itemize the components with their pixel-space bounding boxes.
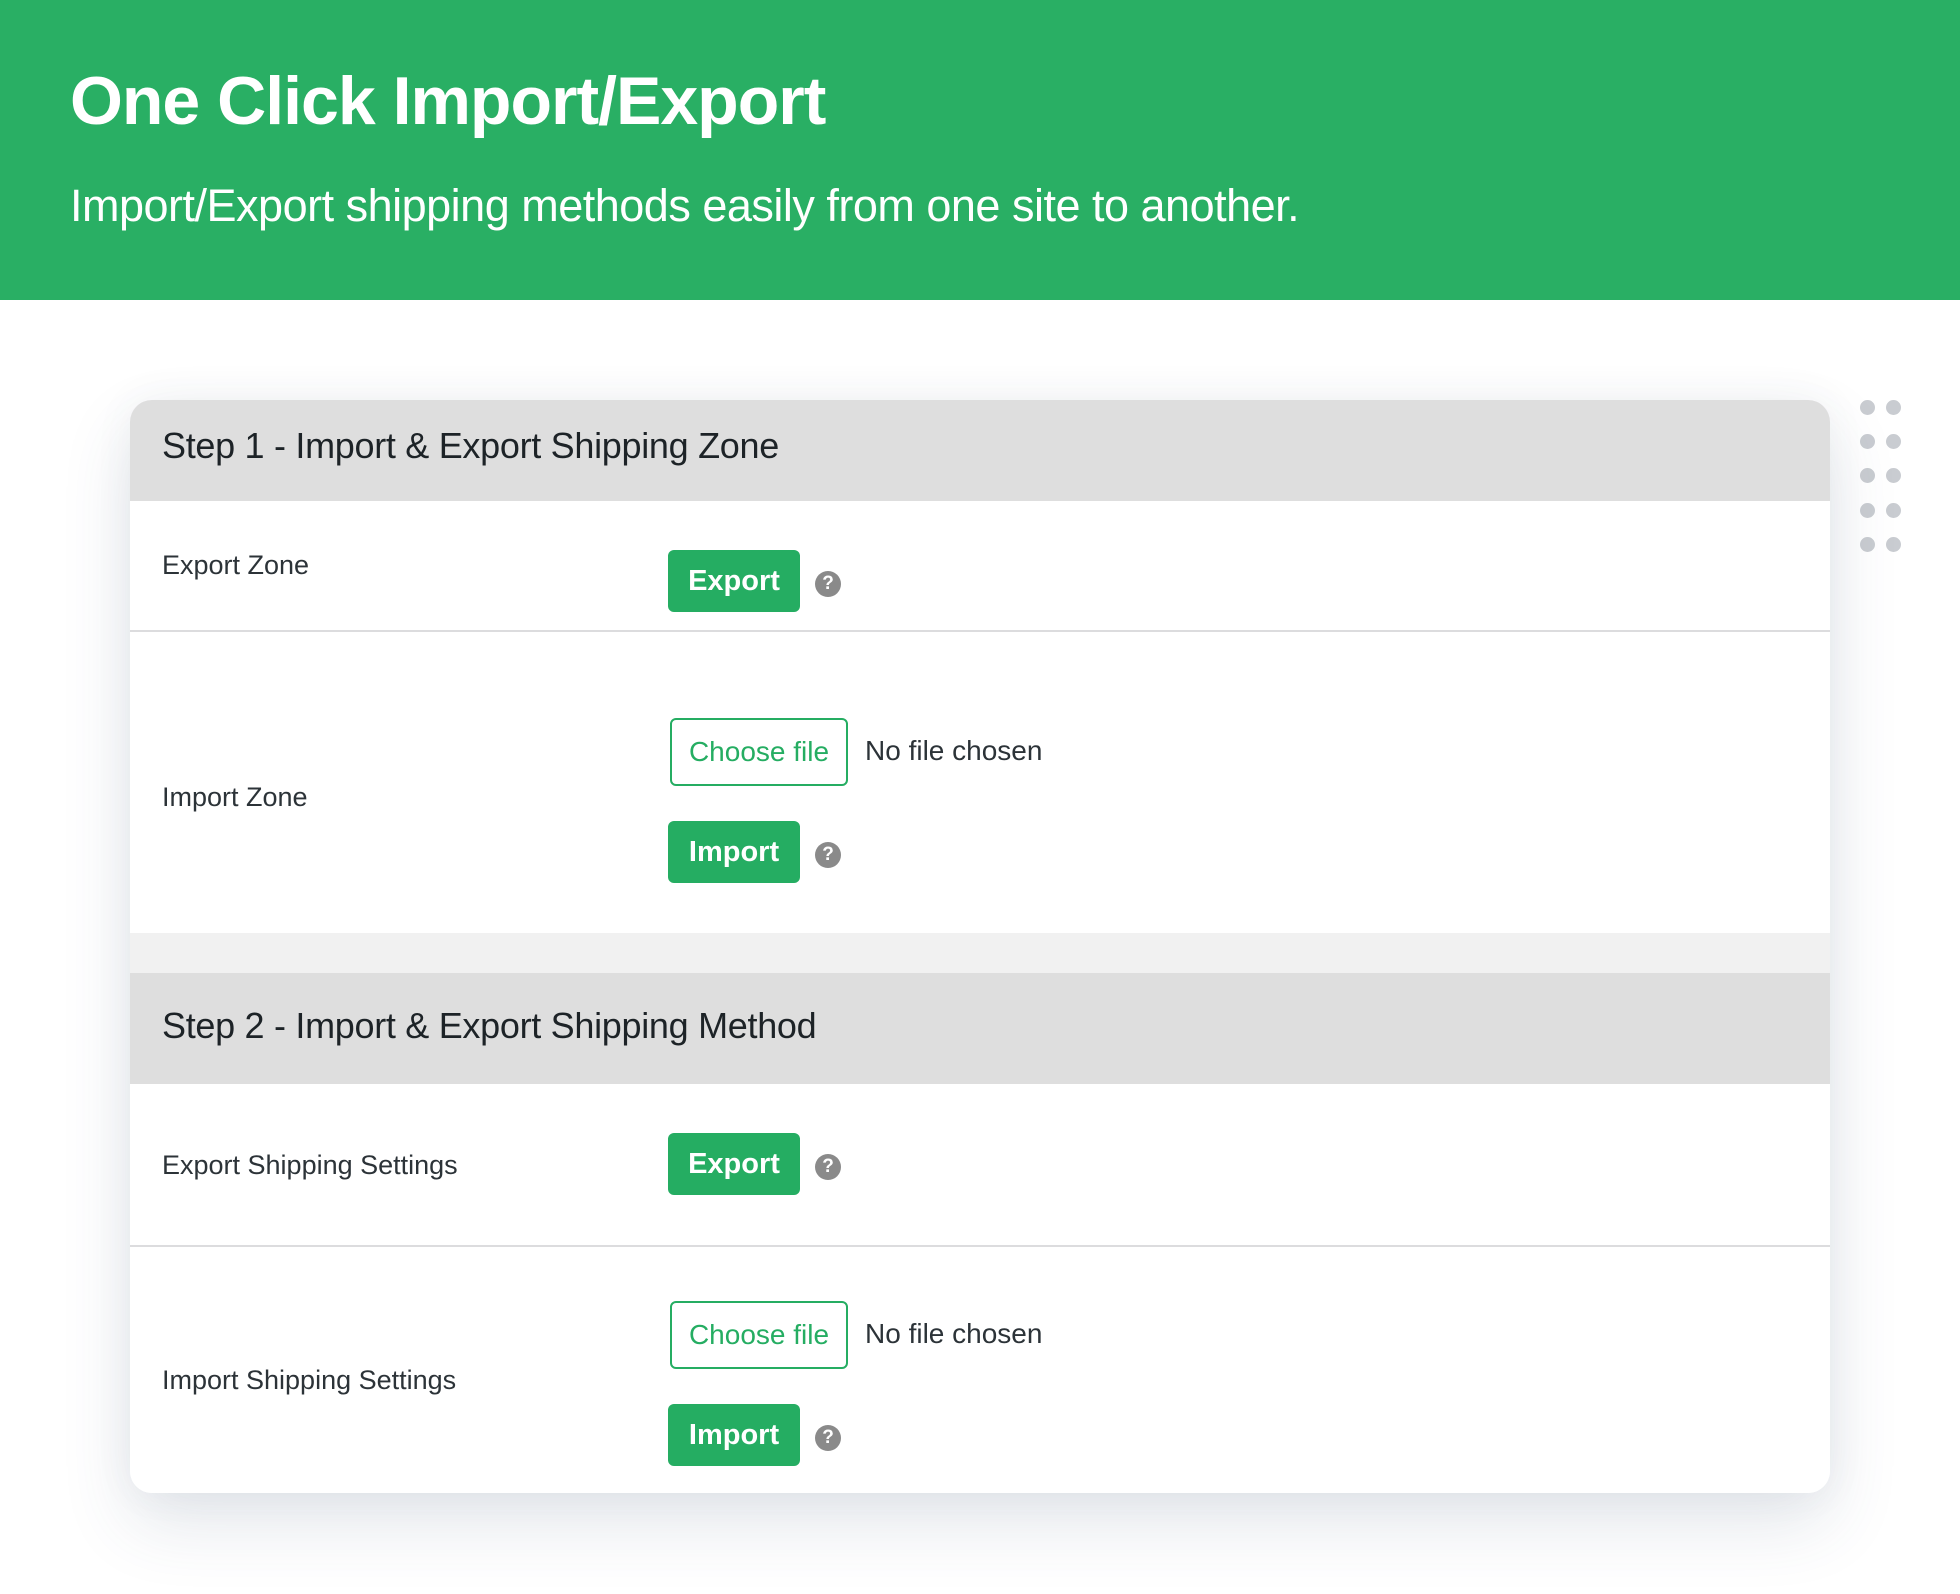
question-circle-icon[interactable]: ? [815, 1425, 841, 1451]
export-zone-row: Export Zone Export ? [130, 501, 1830, 632]
export-shipping-settings-button[interactable]: Export [668, 1133, 800, 1195]
import-zone-label: Import Zone [162, 782, 308, 812]
question-circle-icon[interactable]: ? [815, 842, 841, 868]
page-title: One Click Import/Export [70, 63, 826, 139]
dot [1886, 400, 1901, 415]
import-shipping-settings-label: Import Shipping Settings [162, 1365, 457, 1395]
dot [1860, 400, 1875, 415]
decorative-dots-icon [1860, 400, 1904, 552]
import-zone-file-status: No file chosen [865, 735, 1043, 766]
import-shipping-settings-file-status: No file chosen [865, 1318, 1043, 1349]
dot [1860, 537, 1875, 552]
export-shipping-settings-row: Export Shipping Settings Export ? [130, 1084, 1830, 1247]
page-header-banner: One Click Import/Export Import/Export sh… [0, 0, 1960, 300]
dot [1860, 468, 1875, 483]
export-zone-button[interactable]: Export [668, 550, 800, 612]
export-zone-label: Export Zone [162, 550, 310, 580]
import-zone-choose-file-button[interactable]: Choose file [670, 718, 848, 786]
step-2-header: Step 2 - Import & Export Shipping Method [130, 973, 1830, 1084]
dot [1886, 537, 1901, 552]
step-1-header: Step 1 - Import & Export Shipping Zone [130, 400, 1830, 501]
dot [1860, 434, 1875, 449]
import-shipping-settings-button[interactable]: Import [668, 1404, 800, 1466]
import-zone-row: Import Zone Choose file No file chosen I… [130, 632, 1830, 933]
import-shipping-settings-row: Import Shipping Settings Choose file No … [130, 1247, 1830, 1493]
settings-card: Step 1 - Import & Export Shipping Zone E… [130, 400, 1830, 1493]
page-subtitle: Import/Export shipping methods easily fr… [70, 180, 1300, 231]
dot [1886, 503, 1901, 518]
step-2-title: Step 2 - Import & Export Shipping Method [162, 1005, 817, 1046]
question-circle-icon[interactable]: ? [815, 1154, 841, 1180]
import-shipping-settings-choose-file-button[interactable]: Choose file [670, 1301, 848, 1369]
step-1-title: Step 1 - Import & Export Shipping Zone [162, 425, 779, 466]
section-divider [130, 933, 1830, 973]
export-shipping-settings-label: Export Shipping Settings [162, 1150, 458, 1180]
import-zone-button[interactable]: Import [668, 821, 800, 883]
dot [1886, 468, 1901, 483]
dot [1886, 434, 1901, 449]
dot [1860, 503, 1875, 518]
question-circle-icon[interactable]: ? [815, 571, 841, 597]
